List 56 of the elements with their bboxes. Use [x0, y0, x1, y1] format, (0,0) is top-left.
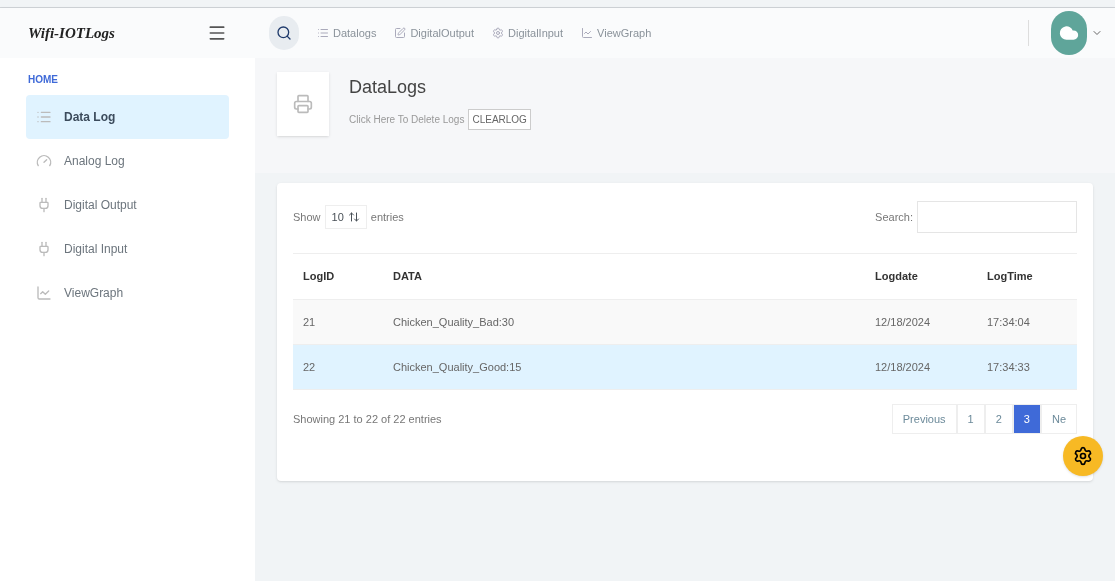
sidebar-heading: HOME — [28, 73, 59, 87]
show-label: Show — [293, 209, 321, 225]
table-cell: Chicken_Quality_Bad:30 — [383, 299, 865, 345]
column-header[interactable]: Logdate — [865, 253, 977, 300]
table-cell: 12/18/2024 — [865, 299, 977, 345]
page-link[interactable]: 1 — [956, 404, 985, 434]
nav-link[interactable]: DigitalInput — [492, 24, 564, 42]
column-header[interactable]: LogID — [293, 253, 383, 300]
search-button[interactable] — [269, 16, 299, 50]
sidebar-item[interactable]: Digital Input — [26, 227, 229, 271]
printer-icon — [293, 94, 313, 114]
cloud-icon — [1059, 23, 1079, 43]
brand-logo: Wifi-IOTLogs — [28, 23, 115, 43]
page-link[interactable]: 3 — [1012, 404, 1041, 434]
table-cell: Chicken_Quality_Good:15 — [383, 344, 865, 390]
gear-icon — [492, 27, 504, 39]
search-field[interactable] — [917, 201, 1077, 233]
settings-button[interactable] — [1063, 436, 1103, 476]
page-link[interactable]: Ne — [1040, 404, 1077, 434]
page-link[interactable]: 2 — [984, 404, 1013, 434]
settings-icon — [1073, 446, 1093, 466]
list-icon — [317, 27, 329, 39]
plug-icon — [36, 241, 52, 257]
entries-label: entries — [370, 209, 404, 225]
avatar-button[interactable] — [1051, 11, 1087, 55]
page-title: DataLogs — [349, 76, 428, 99]
search-icon — [276, 25, 292, 41]
sort-icon — [347, 211, 360, 223]
column-header[interactable]: DATA — [383, 253, 865, 300]
table-cell: 12/18/2024 — [865, 344, 977, 390]
page-subtitle: Click Here To Delete Logs — [349, 113, 465, 127]
sidebar-item[interactable]: Digital Output — [26, 183, 229, 227]
sidebar-item[interactable]: Data Log — [26, 95, 229, 139]
sidebar-item[interactable]: ViewGraph — [26, 271, 229, 315]
menu-icon[interactable] — [207, 23, 227, 43]
page-link[interactable]: Previous — [891, 404, 957, 434]
clear-log-button[interactable]: CLEARLOG — [468, 109, 531, 130]
list-icon — [36, 109, 52, 125]
sidebar-item[interactable]: Analog Log — [26, 139, 229, 183]
table-cell: 17:34:04 — [977, 299, 1077, 345]
table-cell: 22 — [293, 344, 383, 390]
table-cell: 17:34:33 — [977, 344, 1077, 390]
chart-icon — [581, 27, 594, 39]
nav-link[interactable]: ViewGraph — [581, 24, 652, 42]
chart-icon — [36, 285, 52, 301]
nav-link[interactable]: DigitalOutput — [394, 24, 474, 42]
edit-icon — [394, 27, 407, 39]
column-header[interactable]: LogTime — [977, 253, 1077, 300]
table-cell: 21 — [293, 299, 383, 345]
plug-icon — [36, 197, 52, 213]
table-row[interactable]: 21 Chicken_Quality_Bad:30 12/18/2024 17:34:04 — [293, 299, 1077, 345]
gauge-icon — [36, 153, 52, 169]
table-info: Showing 21 to 22 of 22 entries — [293, 411, 442, 427]
page-size-select[interactable]: 10 — [324, 204, 367, 230]
nav-link[interactable]: Datalogs — [317, 24, 377, 42]
search-label: Search: — [875, 209, 913, 225]
